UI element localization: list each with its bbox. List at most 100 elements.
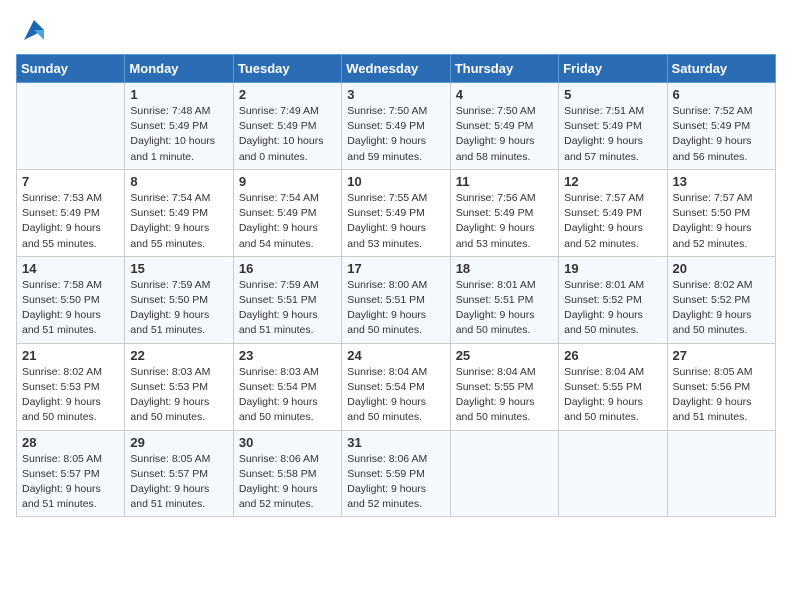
day-detail: Sunrise: 7:50 AMSunset: 5:49 PMDaylight:…	[456, 104, 553, 165]
calendar-cell: 28 Sunrise: 8:05 AMSunset: 5:57 PMDayligh…	[17, 430, 125, 517]
day-detail: Sunrise: 8:01 AMSunset: 5:51 PMDaylight:…	[456, 278, 553, 339]
col-header-sunday: Sunday	[17, 55, 125, 83]
calendar-cell: 24 Sunrise: 8:04 AMSunset: 5:54 PMDayligh…	[342, 343, 450, 430]
col-header-tuesday: Tuesday	[233, 55, 341, 83]
day-number: 20	[673, 261, 770, 276]
calendar-week-5: 28 Sunrise: 8:05 AMSunset: 5:57 PMDayligh…	[17, 430, 776, 517]
day-number: 30	[239, 435, 336, 450]
day-detail: Sunrise: 7:59 AMSunset: 5:51 PMDaylight:…	[239, 278, 336, 339]
calendar-week-1: 1 Sunrise: 7:48 AMSunset: 5:49 PMDaylight…	[17, 83, 776, 170]
day-detail: Sunrise: 8:06 AMSunset: 5:58 PMDaylight:…	[239, 452, 336, 513]
calendar-cell	[667, 430, 775, 517]
calendar-cell: 26 Sunrise: 8:04 AMSunset: 5:55 PMDayligh…	[559, 343, 667, 430]
day-detail: Sunrise: 8:02 AMSunset: 5:52 PMDaylight:…	[673, 278, 770, 339]
day-detail: Sunrise: 8:05 AMSunset: 5:57 PMDaylight:…	[22, 452, 119, 513]
day-detail: Sunrise: 8:00 AMSunset: 5:51 PMDaylight:…	[347, 278, 444, 339]
col-header-thursday: Thursday	[450, 55, 558, 83]
day-number: 26	[564, 348, 661, 363]
day-number: 9	[239, 174, 336, 189]
day-detail: Sunrise: 8:04 AMSunset: 5:55 PMDaylight:…	[456, 365, 553, 426]
calendar-cell: 3 Sunrise: 7:50 AMSunset: 5:49 PMDaylight…	[342, 83, 450, 170]
day-number: 14	[22, 261, 119, 276]
calendar-cell	[450, 430, 558, 517]
calendar-cell: 16 Sunrise: 7:59 AMSunset: 5:51 PMDayligh…	[233, 256, 341, 343]
calendar-cell: 5 Sunrise: 7:51 AMSunset: 5:49 PMDaylight…	[559, 83, 667, 170]
calendar-cell: 21 Sunrise: 8:02 AMSunset: 5:53 PMDayligh…	[17, 343, 125, 430]
calendar-cell	[559, 430, 667, 517]
day-detail: Sunrise: 7:55 AMSunset: 5:49 PMDaylight:…	[347, 191, 444, 252]
day-number: 3	[347, 87, 444, 102]
day-number: 21	[22, 348, 119, 363]
calendar-cell: 29Sunrise: 8:05 AMSunset: 5:57 PMDayligh…	[125, 430, 233, 517]
page-header	[16, 16, 776, 44]
day-detail: Sunrise: 8:03 AMSunset: 5:54 PMDaylight:…	[239, 365, 336, 426]
day-detail: Sunrise: 8:06 AMSunset: 5:59 PMDaylight:…	[347, 452, 444, 513]
logo-icon	[20, 16, 48, 44]
calendar-cell: 30 Sunrise: 8:06 AMSunset: 5:58 PMDayligh…	[233, 430, 341, 517]
calendar-week-3: 14 Sunrise: 7:58 AMSunset: 5:50 PMDayligh…	[17, 256, 776, 343]
day-number: 25	[456, 348, 553, 363]
day-number: 2	[239, 87, 336, 102]
day-detail: Sunrise: 7:51 AMSunset: 5:49 PMDaylight:…	[564, 104, 661, 165]
calendar-cell: 10 Sunrise: 7:55 AMSunset: 5:49 PMDayligh…	[342, 169, 450, 256]
col-header-friday: Friday	[559, 55, 667, 83]
day-number: 5	[564, 87, 661, 102]
calendar-cell: 22 Sunrise: 8:03 AMSunset: 5:53 PMDayligh…	[125, 343, 233, 430]
calendar-cell: 15 Sunrise: 7:59 AMSunset: 5:50 PMDayligh…	[125, 256, 233, 343]
day-detail: Sunrise: 8:04 AMSunset: 5:54 PMDaylight:…	[347, 365, 444, 426]
day-detail: Sunrise: 7:50 AMSunset: 5:49 PMDaylight:…	[347, 104, 444, 165]
day-number: 10	[347, 174, 444, 189]
day-number: 23	[239, 348, 336, 363]
day-number: 28	[22, 435, 119, 450]
calendar-cell	[17, 83, 125, 170]
day-detail: Sunrise: 7:56 AMSunset: 5:49 PMDaylight:…	[456, 191, 553, 252]
calendar-cell: 19Sunrise: 8:01 AMSunset: 5:52 PMDayligh…	[559, 256, 667, 343]
day-number: 13	[673, 174, 770, 189]
day-detail: Sunrise: 7:48 AMSunset: 5:49 PMDaylight:…	[130, 104, 227, 165]
day-detail: Sunrise: 8:04 AMSunset: 5:55 PMDaylight:…	[564, 365, 661, 426]
calendar-cell: 13Sunrise: 7:57 AMSunset: 5:50 PMDayligh…	[667, 169, 775, 256]
day-detail: Sunrise: 7:58 AMSunset: 5:50 PMDaylight:…	[22, 278, 119, 339]
day-number: 8	[130, 174, 227, 189]
col-header-wednesday: Wednesday	[342, 55, 450, 83]
calendar-cell: 18 Sunrise: 8:01 AMSunset: 5:51 PMDayligh…	[450, 256, 558, 343]
day-detail: Sunrise: 7:59 AMSunset: 5:50 PMDaylight:…	[130, 278, 227, 339]
calendar-week-4: 21 Sunrise: 8:02 AMSunset: 5:53 PMDayligh…	[17, 343, 776, 430]
calendar-cell: 17 Sunrise: 8:00 AMSunset: 5:51 PMDayligh…	[342, 256, 450, 343]
calendar-cell: 6Sunrise: 7:52 AMSunset: 5:49 PMDaylight…	[667, 83, 775, 170]
day-detail: Sunrise: 8:03 AMSunset: 5:53 PMDaylight:…	[130, 365, 227, 426]
col-header-saturday: Saturday	[667, 55, 775, 83]
day-detail: Sunrise: 7:52 AMSunset: 5:49 PMDaylight:…	[673, 104, 770, 165]
day-number: 31	[347, 435, 444, 450]
calendar-cell: 27 Sunrise: 8:05 AMSunset: 5:56 PMDayligh…	[667, 343, 775, 430]
calendar-cell: 7Sunrise: 7:53 AMSunset: 5:49 PMDaylight…	[17, 169, 125, 256]
day-number: 19	[564, 261, 661, 276]
day-number: 27	[673, 348, 770, 363]
day-number: 18	[456, 261, 553, 276]
calendar-cell: 25 Sunrise: 8:04 AMSunset: 5:55 PMDayligh…	[450, 343, 558, 430]
day-detail: Sunrise: 7:54 AMSunset: 5:49 PMDaylight:…	[239, 191, 336, 252]
day-number: 17	[347, 261, 444, 276]
day-detail: Sunrise: 7:54 AMSunset: 5:49 PMDaylight:…	[130, 191, 227, 252]
day-detail: Sunrise: 8:02 AMSunset: 5:53 PMDaylight:…	[22, 365, 119, 426]
col-header-monday: Monday	[125, 55, 233, 83]
calendar-cell: 12 Sunrise: 7:57 AMSunset: 5:49 PMDayligh…	[559, 169, 667, 256]
calendar-cell: 1 Sunrise: 7:48 AMSunset: 5:49 PMDaylight…	[125, 83, 233, 170]
day-number: 12	[564, 174, 661, 189]
day-number: 29	[130, 435, 227, 450]
calendar-cell: 9 Sunrise: 7:54 AMSunset: 5:49 PMDaylight…	[233, 169, 341, 256]
day-number: 24	[347, 348, 444, 363]
day-number: 1	[130, 87, 227, 102]
calendar-table: SundayMondayTuesdayWednesdayThursdayFrid…	[16, 54, 776, 517]
day-number: 15	[130, 261, 227, 276]
day-number: 7	[22, 174, 119, 189]
day-detail: Sunrise: 7:49 AMSunset: 5:49 PMDaylight:…	[239, 104, 336, 165]
day-number: 16	[239, 261, 336, 276]
calendar-cell: 2 Sunrise: 7:49 AMSunset: 5:49 PMDaylight…	[233, 83, 341, 170]
day-detail: Sunrise: 7:57 AMSunset: 5:49 PMDaylight:…	[564, 191, 661, 252]
calendar-cell: 14 Sunrise: 7:58 AMSunset: 5:50 PMDayligh…	[17, 256, 125, 343]
day-number: 22	[130, 348, 227, 363]
day-number: 4	[456, 87, 553, 102]
calendar-cell: 20 Sunrise: 8:02 AMSunset: 5:52 PMDayligh…	[667, 256, 775, 343]
day-detail: Sunrise: 8:05 AMSunset: 5:56 PMDaylight:…	[673, 365, 770, 426]
